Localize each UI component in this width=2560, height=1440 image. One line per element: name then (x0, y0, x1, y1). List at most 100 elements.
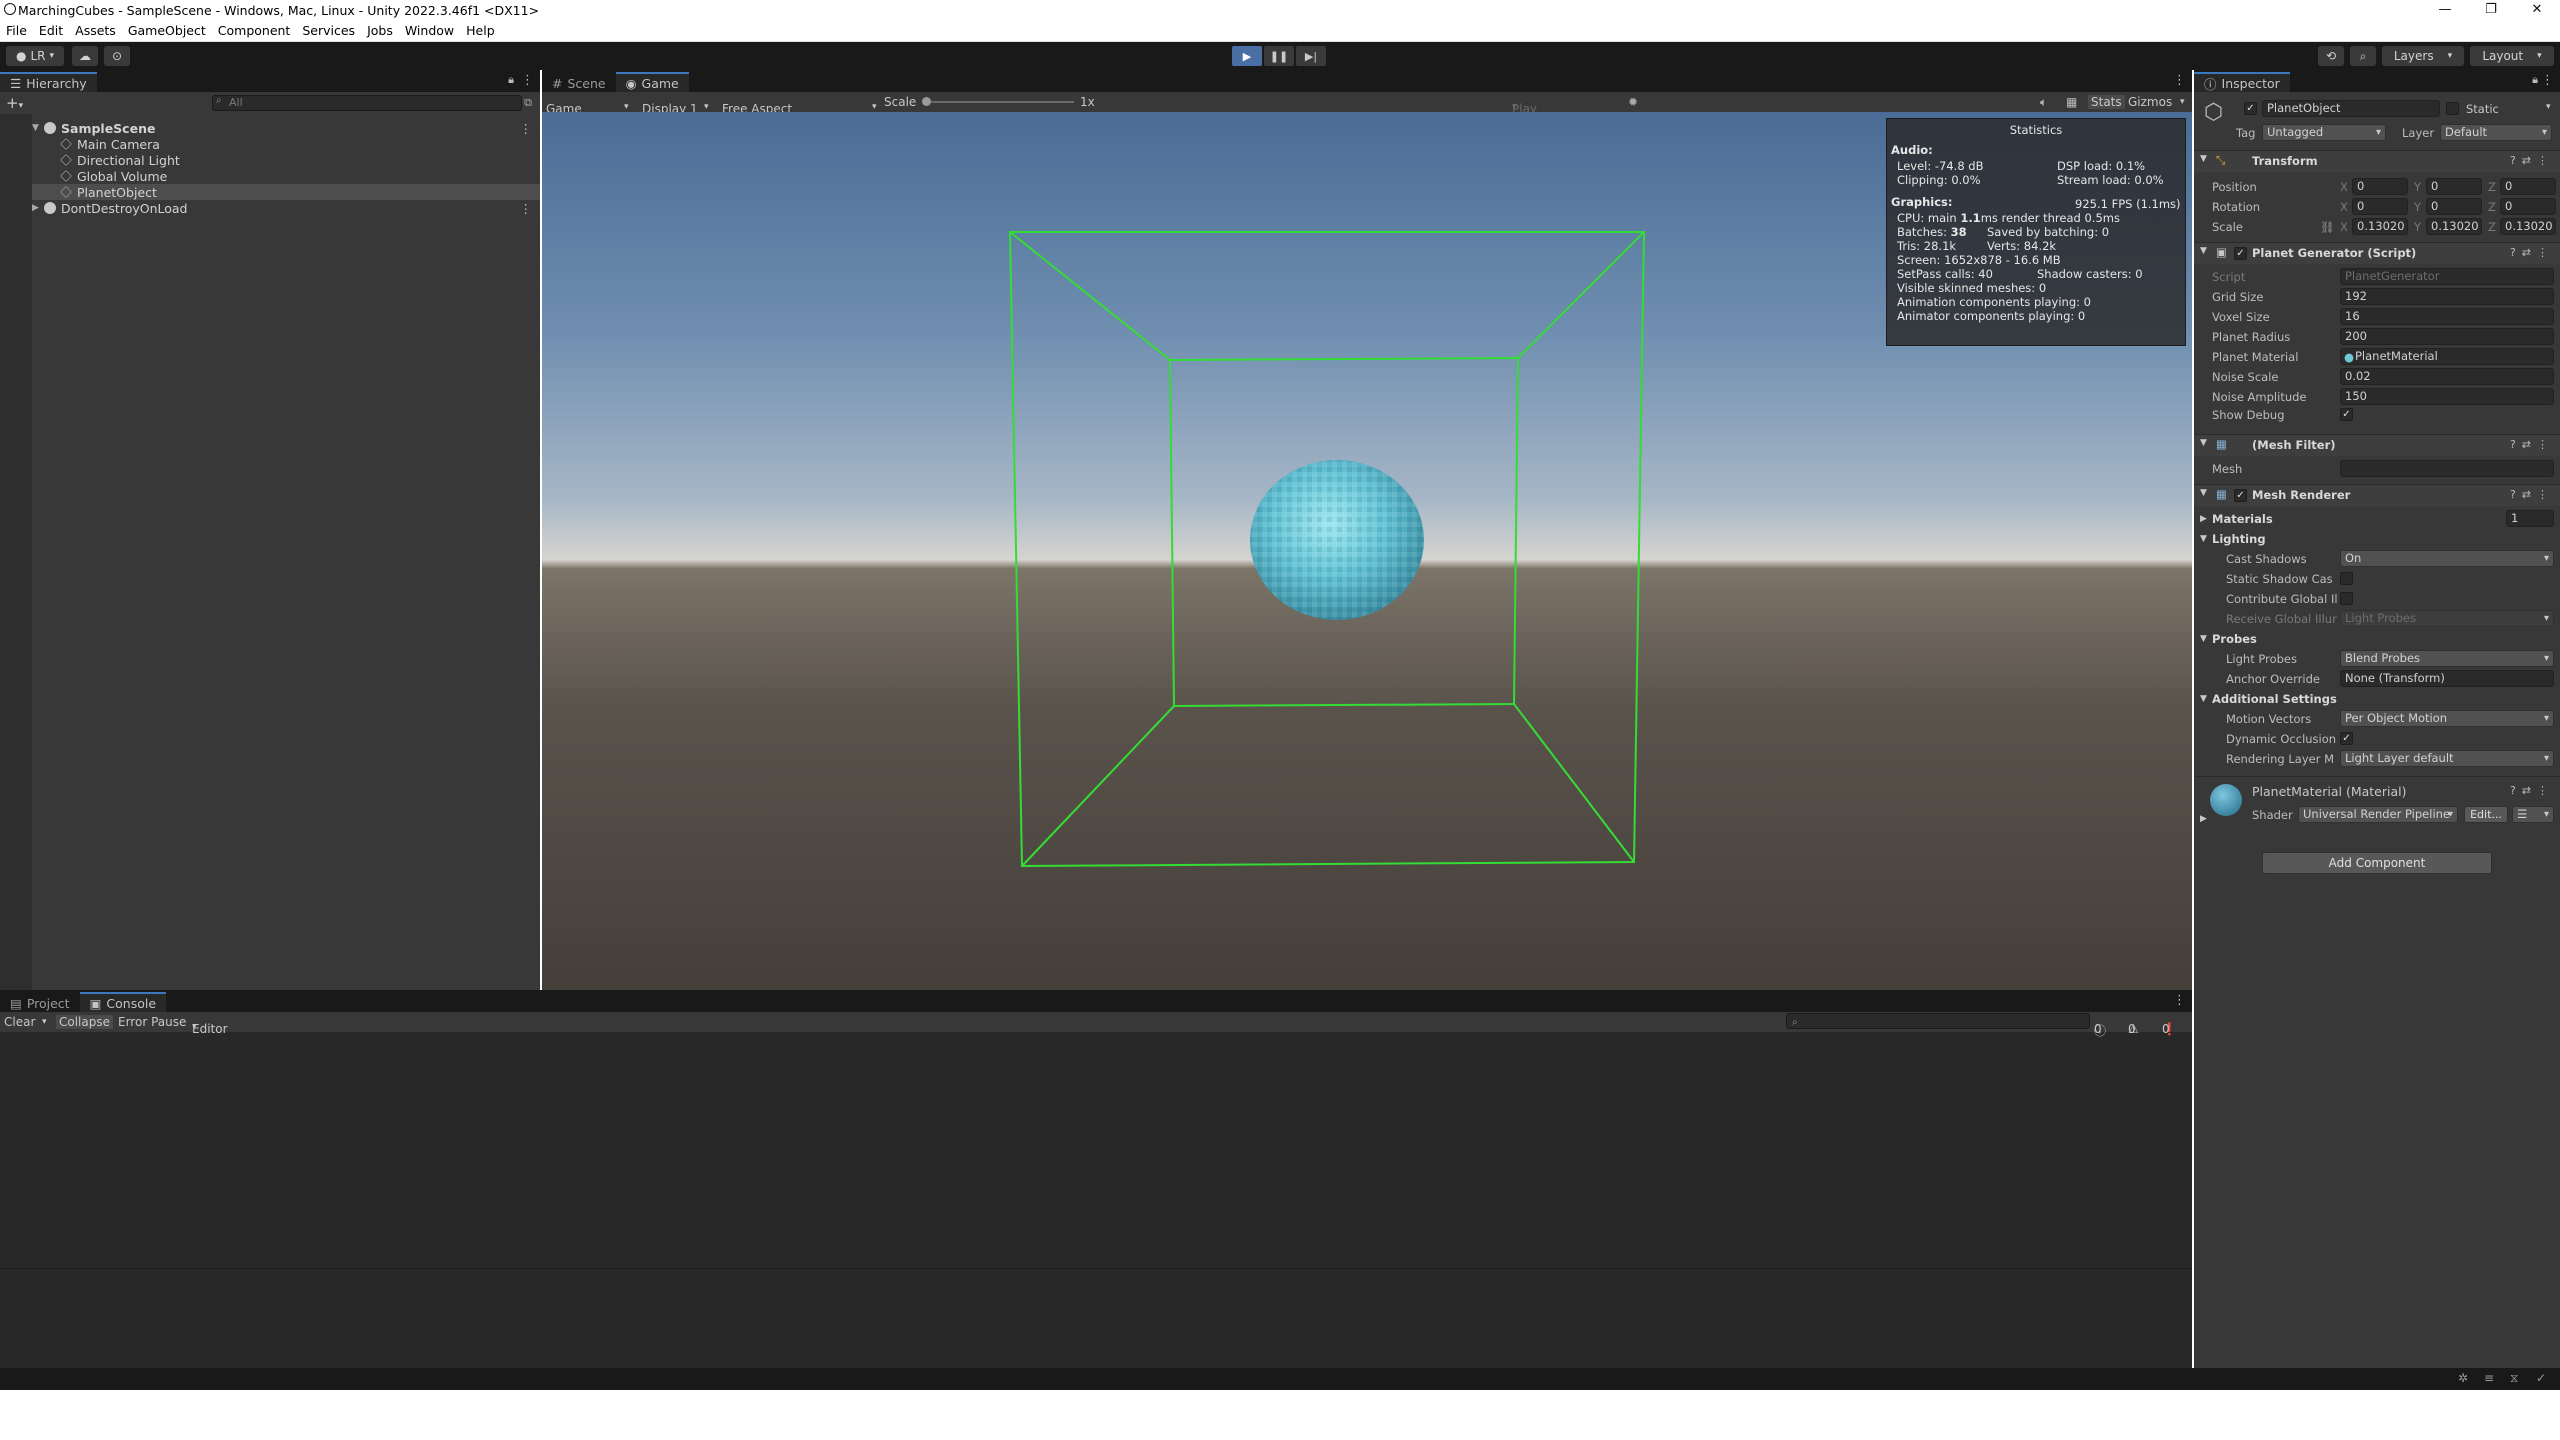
bug-icon[interactable]: ✲ (2458, 1371, 2468, 1385)
component-enabled-checkbox[interactable]: ✓ (2234, 489, 2247, 502)
component-icons[interactable]: ?⇄⋮ (2510, 784, 2554, 797)
layout-dropdown[interactable]: Layout ▾ (2470, 46, 2554, 66)
console-search-input[interactable] (1786, 1013, 2090, 1029)
list-item[interactable]: PlanetObject (32, 184, 540, 200)
step-button[interactable]: ▶| (1296, 46, 1326, 66)
planet-material-field[interactable]: PlanetMaterial (2340, 348, 2554, 365)
transform-header[interactable]: ▼ ⤡ Transform ?⇄⋮ (2194, 150, 2560, 172)
component-icons[interactable]: ?⇄⋮ (2510, 438, 2554, 451)
link-icon[interactable]: ⛓ (2320, 220, 2335, 234)
scale-slider[interactable] (924, 101, 1074, 103)
menu-gameobject[interactable]: GameObject (122, 23, 212, 38)
cast-shadows-dropdown[interactable]: On (2340, 550, 2554, 567)
close-button[interactable]: ✕ (2514, 0, 2560, 20)
voxel-size-field[interactable]: 16 (2340, 308, 2554, 325)
mesh-field[interactable] (2340, 460, 2554, 477)
tab-console[interactable]: ▣ Console (79, 992, 167, 1012)
error-pause-toggle[interactable]: Error Pause (118, 1015, 186, 1029)
history-button[interactable]: ⟲ (2318, 46, 2344, 66)
list-item[interactable]: ▶ DontDestroyOnLoad ⋮ (32, 200, 540, 216)
dynamic-occlusion-checkbox[interactable]: ✓ (2340, 732, 2353, 745)
planet-generator-header[interactable]: ▼ ▣ ✓ Planet Generator (Script) ?⇄⋮ (2194, 242, 2560, 264)
mesh-renderer-header[interactable]: ▼ ▦ ✓ Mesh Renderer ?⇄⋮ (2194, 484, 2560, 506)
chevron-down-icon[interactable]: ▼ (2200, 694, 2207, 704)
static-shadow-checkbox[interactable] (2340, 572, 2353, 585)
menu-help[interactable]: Help (460, 23, 501, 38)
lighting-foldout[interactable]: Lighting (2212, 532, 2266, 546)
menu-component[interactable]: Component (212, 23, 297, 38)
chevron-down-icon[interactable]: ▼ (2200, 154, 2207, 164)
play-button[interactable]: ▶ (1232, 46, 1262, 66)
shader-dropdown[interactable]: Universal Render Pipeline (2298, 806, 2458, 823)
contribute-gi-checkbox[interactable] (2340, 592, 2353, 605)
object-name-field[interactable]: PlanetObject (2262, 100, 2440, 117)
stats-button[interactable]: Stats (2088, 95, 2125, 109)
hierarchy-menu-icon[interactable]: ⋮ (521, 73, 534, 88)
add-component-button[interactable]: Add Component (2262, 852, 2492, 874)
maximize-button[interactable]: ❐ (2468, 0, 2514, 20)
position-x[interactable]: 0 (2352, 178, 2408, 195)
layer-dropdown[interactable]: Default (2440, 124, 2552, 141)
chevron-down-icon[interactable]: ▼ (2200, 246, 2207, 256)
lock-icon[interactable]: 🔒︎ (508, 73, 514, 87)
layers-dropdown[interactable]: Layers ▾ (2382, 46, 2464, 66)
list-item[interactable]: ▼ SampleScene ⋮ (32, 120, 540, 136)
component-icons[interactable]: ?⇄⋮ (2510, 488, 2554, 501)
rotation-x[interactable]: 0 (2352, 198, 2408, 215)
menu-assets[interactable]: Assets (69, 23, 122, 38)
scale-slider-handle[interactable] (922, 97, 931, 106)
list-item[interactable]: Directional Light (32, 152, 540, 168)
additional-settings-foldout[interactable]: Additional Settings (2212, 692, 2337, 706)
scale-y[interactable]: 0.13020 (2426, 218, 2482, 235)
scale-z[interactable]: 0.13020 (2500, 218, 2556, 235)
rendering-layer-dropdown[interactable]: Light Layer default (2340, 750, 2554, 767)
hierarchy-search-input[interactable]: All (212, 95, 522, 111)
noise-scale-field[interactable]: 0.02 (2340, 368, 2554, 385)
noise-amplitude-field[interactable]: 150 (2340, 388, 2554, 405)
chevron-down-icon[interactable]: ▼ (32, 123, 44, 133)
checkmark-icon[interactable]: ✓ (2536, 1371, 2546, 1385)
console-menu-icon[interactable]: ⋮ (2173, 993, 2186, 1008)
planet-radius-field[interactable]: 200 (2340, 328, 2554, 345)
position-z[interactable]: 0 (2500, 178, 2556, 195)
game-menu-icon[interactable]: ⋮ (2173, 73, 2186, 88)
tab-game[interactable]: ◉ Game (615, 72, 689, 92)
menu-window[interactable]: Window (399, 23, 460, 38)
collapse-toggle[interactable]: Collapse (56, 1015, 113, 1029)
chevron-right-icon[interactable]: ▶ (2200, 814, 2207, 824)
tag-dropdown[interactable]: Untagged (2262, 124, 2386, 141)
component-icons[interactable]: ?⇄⋮ (2510, 246, 2554, 259)
minimize-button[interactable]: — (2422, 0, 2468, 20)
menu-services[interactable]: Services (296, 23, 361, 38)
tab-inspector[interactable]: ⓘ Inspector (2194, 72, 2290, 92)
materials-foldout[interactable]: Materials (2212, 512, 2273, 526)
menu-file[interactable]: File (0, 23, 33, 38)
collab-button[interactable]: ⊙ (104, 46, 130, 66)
chevron-right-icon[interactable]: ▶ (32, 203, 44, 213)
probes-foldout[interactable]: Probes (2212, 632, 2257, 646)
shader-edit-button[interactable]: Edit... (2464, 806, 2508, 823)
rotation-z[interactable]: 0 (2500, 198, 2556, 215)
chevron-down-icon[interactable]: ▼ (2200, 534, 2207, 544)
shader-options-dropdown[interactable]: ☰ (2512, 806, 2554, 823)
list-item[interactable]: Global Volume (32, 168, 540, 184)
pause-button[interactable]: ❚❚ (1264, 46, 1294, 66)
chevron-down-icon[interactable]: ▼ (2200, 488, 2207, 498)
light-probes-dropdown[interactable]: Blend Probes (2340, 650, 2554, 667)
cloud-button[interactable]: ☁ (72, 46, 98, 66)
materials-count-field[interactable]: 1 (2506, 510, 2554, 527)
component-icons[interactable]: ?⇄⋮ (2510, 154, 2554, 167)
scale-x[interactable]: 0.13020 (2352, 218, 2408, 235)
gizmos-button[interactable]: Gizmos (2128, 95, 2172, 109)
add-object-button[interactable]: +▾ (6, 94, 23, 112)
mute-audio-icon[interactable]: 🔈︎ (2040, 95, 2047, 110)
tab-scene[interactable]: # Scene (542, 72, 616, 92)
active-checkbox[interactable]: ✓ (2244, 102, 2257, 115)
menu-edit[interactable]: Edit (33, 23, 69, 38)
scene-visibility-icon[interactable]: ⧉ (524, 96, 532, 110)
clear-button[interactable]: Clear (4, 1015, 35, 1029)
shortcuts-icon[interactable]: ▦ (2066, 95, 2077, 109)
chevron-right-icon[interactable]: ▶ (2200, 514, 2207, 524)
component-enabled-checkbox[interactable]: ✓ (2234, 247, 2247, 260)
motion-vectors-dropdown[interactable]: Per Object Motion (2340, 710, 2554, 727)
